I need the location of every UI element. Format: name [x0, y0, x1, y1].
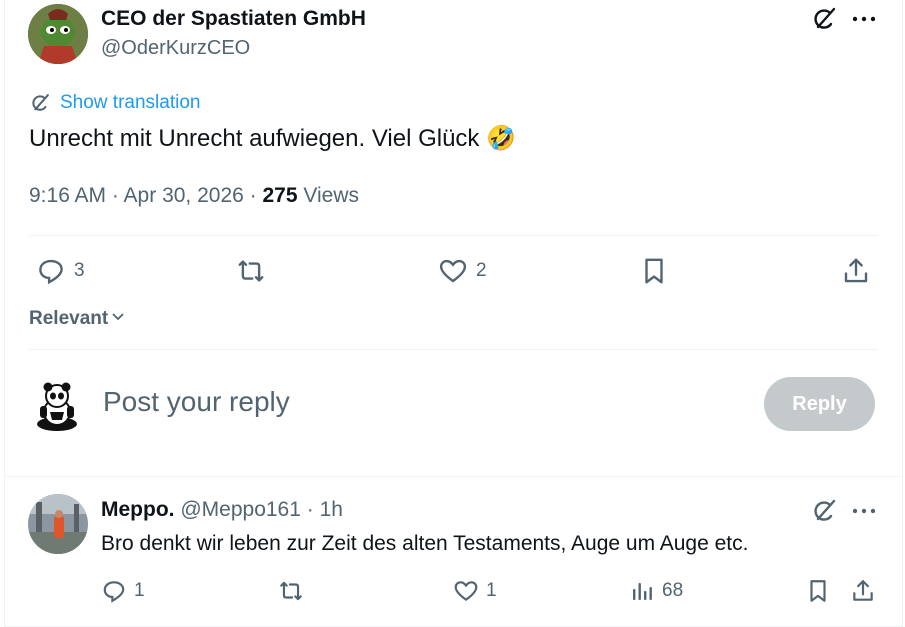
reply-input[interactable]: Post your reply [103, 386, 290, 418]
sort-dropdown[interactable]: Relevant [29, 308, 126, 330]
rofl-emoji: 🤣 [486, 125, 516, 152]
reply-views-count: 68 [662, 580, 684, 601]
tweet-text: Unrecht mit Unrecht aufwiegen. Viel Glüc… [29, 124, 516, 153]
reply-text: Bro denkt wir leben zur Zeit des alten T… [101, 532, 749, 555]
like-count: 2 [476, 260, 487, 281]
repost-action[interactable] [234, 256, 268, 286]
repost-icon [276, 578, 306, 604]
show-translation-label: Show translation [60, 92, 201, 113]
heart-icon [453, 578, 479, 604]
reply-time[interactable]: · 1h [301, 498, 343, 521]
reply-action[interactable]: 3 [36, 256, 85, 286]
tweet-meta: 9:16 AM · Apr 30, 2026 · 275 Views [29, 184, 359, 208]
reply-repost-action[interactable] [276, 578, 306, 604]
tweet-body: Unrecht mit Unrecht aufwiegen. Viel Glüc… [29, 125, 480, 152]
share-icon [841, 256, 871, 286]
analytics-icon [630, 578, 654, 604]
tweet-timestamp[interactable]: 9:16 AM · Apr 30, 2026 · [29, 184, 262, 207]
reply-author-name[interactable]: Meppo. [101, 498, 175, 521]
section-divider [5, 476, 901, 477]
reply-icon [101, 578, 127, 604]
reply-like-count: 1 [486, 580, 497, 601]
share-icon [850, 578, 876, 604]
reply-button[interactable]: Reply [764, 377, 875, 431]
reply-share-action[interactable] [850, 578, 876, 604]
bookmark-icon [805, 578, 831, 604]
more-options-icon[interactable] [850, 497, 878, 525]
grok-icon[interactable] [810, 5, 838, 33]
bookmark-icon [639, 256, 669, 286]
sort-label: Relevant [29, 308, 109, 329]
bookmark-action[interactable] [639, 256, 669, 286]
divider [29, 235, 878, 236]
chevron-down-icon [110, 308, 126, 330]
reply-views-action[interactable]: 68 [630, 578, 683, 604]
grok-translation-icon [29, 92, 51, 114]
reply-reply-count: 1 [134, 580, 145, 601]
reply-author-avatar[interactable] [28, 494, 88, 554]
grok-icon[interactable] [810, 497, 838, 525]
divider [29, 349, 878, 350]
author-handle[interactable]: @OderKurzCEO [101, 37, 250, 60]
heart-icon [438, 256, 468, 286]
reply-reply-action[interactable]: 1 [101, 578, 145, 604]
current-user-avatar[interactable] [32, 380, 82, 432]
reply-bookmark-action[interactable] [805, 578, 831, 604]
like-action[interactable]: 2 [438, 256, 487, 286]
share-action[interactable] [841, 256, 871, 286]
reply-count: 3 [74, 260, 85, 281]
views-label: Views [297, 184, 360, 207]
reply-like-action[interactable]: 1 [453, 578, 497, 604]
author-name[interactable]: CEO der Spastiaten GmbH [101, 7, 366, 31]
reply-author-handle[interactable]: @Meppo161 [180, 498, 301, 521]
views-count: 275 [262, 184, 298, 207]
show-translation-link[interactable]: Show translation [29, 92, 200, 114]
more-options-icon[interactable] [850, 5, 878, 33]
repost-icon [234, 256, 268, 286]
reply-header: Meppo. @Meppo161 · 1h [101, 498, 343, 522]
author-avatar[interactable] [28, 4, 88, 64]
reply-icon [36, 256, 66, 286]
